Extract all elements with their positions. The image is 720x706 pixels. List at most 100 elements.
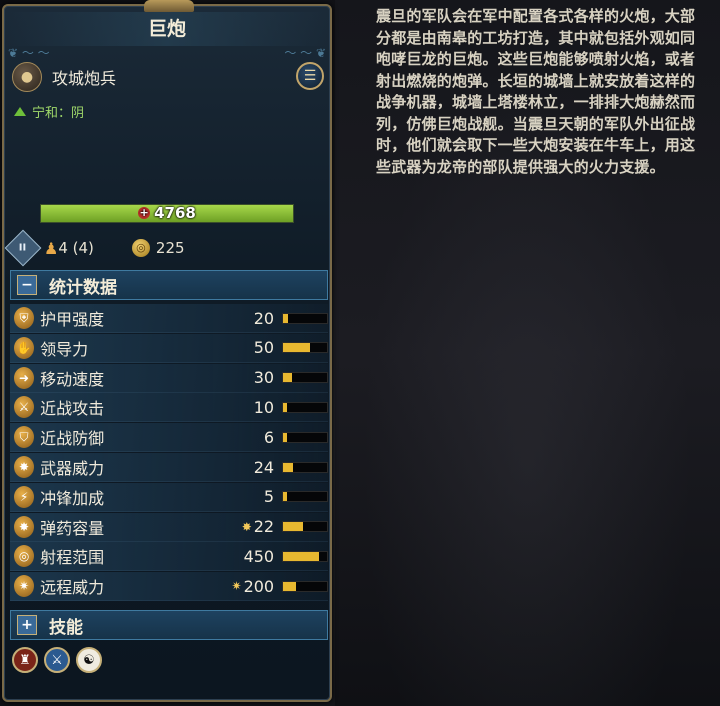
stat-number: 6 bbox=[263, 427, 275, 447]
upkeep-value: 225 bbox=[155, 239, 185, 257]
stat-value: 450 bbox=[141, 546, 275, 566]
stat-number: 10 bbox=[253, 397, 275, 417]
skills-section-label: 技能 bbox=[49, 617, 83, 638]
stat-bar-fill bbox=[283, 581, 297, 591]
stat-row[interactable]: ✷ 远程威力 ✷ 200 bbox=[10, 572, 328, 602]
harmony-indicator: 宁和：阴 bbox=[14, 102, 84, 121]
stat-row[interactable]: ✋ 领导力 50 bbox=[10, 333, 328, 363]
health-number: 4768 bbox=[154, 204, 196, 222]
stat-value: 6 bbox=[141, 428, 274, 447]
unit-summary: II ♟ 4 (4) ◎ 225 bbox=[4, 229, 185, 267]
health-value: + 4768 bbox=[41, 204, 293, 222]
rank-icon: II bbox=[4, 229, 42, 267]
health-bar: + 4768 bbox=[40, 204, 294, 223]
frame-ornament bbox=[144, 0, 194, 12]
stat-value: 5 bbox=[141, 487, 274, 506]
stat-bar-fill bbox=[283, 492, 287, 502]
stat-prefix-icon: ✸ bbox=[241, 519, 252, 534]
stat-prefix-icon: ✷ bbox=[231, 579, 242, 594]
fire-damage-icon[interactable]: ⚔ bbox=[44, 647, 70, 673]
armor-icon: ⛨ bbox=[14, 307, 35, 329]
harmony-text: 宁和：阴 bbox=[32, 106, 85, 121]
stat-number: 50 bbox=[253, 338, 275, 358]
stat-label: 领导力 bbox=[40, 339, 89, 359]
stat-value: ✸ 22 bbox=[141, 517, 274, 536]
stat-bar bbox=[282, 431, 328, 443]
stat-bar bbox=[282, 342, 328, 354]
stat-number: 5 bbox=[263, 487, 275, 507]
weapon-strength-icon: ✸ bbox=[14, 456, 35, 478]
unit-count-icon: ♟ bbox=[44, 238, 59, 258]
stat-row[interactable]: ⛉ 近战防御 6 bbox=[10, 423, 328, 453]
missile-strength-icon: ✷ bbox=[14, 575, 35, 598]
ammunition-icon: ✸ bbox=[14, 515, 35, 538]
stat-row[interactable]: ⛨ 护甲强度 20 bbox=[10, 304, 328, 333]
stat-label: 武器威力 bbox=[40, 459, 105, 478]
stat-value: 20 bbox=[141, 309, 274, 328]
siege-attacker-icon[interactable]: ♜ bbox=[12, 647, 38, 673]
stat-row[interactable]: ⚔ 近战攻击 10 bbox=[10, 393, 328, 423]
up-arrow-icon bbox=[14, 107, 26, 116]
yin-yang-icon[interactable]: ☯ bbox=[76, 647, 102, 673]
stat-bar-fill bbox=[283, 432, 287, 442]
stat-bar bbox=[282, 401, 328, 413]
unit-card: 巨炮 ❦ ～ ～ ～ ～ ❦ ● 攻城炮兵 ☰ 宁和：阴 + 4768 II ♟… bbox=[2, 0, 332, 702]
stat-number: 22 bbox=[253, 517, 275, 537]
upkeep-coin-icon: ◎ bbox=[131, 239, 150, 257]
expand-icon: + bbox=[17, 615, 37, 635]
stat-number: 30 bbox=[253, 368, 275, 388]
stat-value: ✷ 200 bbox=[141, 576, 275, 596]
stat-bar bbox=[282, 550, 328, 562]
skills-section-header[interactable]: + 技能 bbox=[10, 610, 328, 640]
stat-label: 冲锋加成 bbox=[40, 488, 105, 508]
stat-bar-fill bbox=[283, 313, 289, 323]
unit-description: 震旦的军队会在军中配置各式各样的火炮，大部分都是由南皋的工坊打造，其中就包括外观… bbox=[376, 7, 696, 176]
stat-bar-fill bbox=[283, 373, 292, 383]
stat-row[interactable]: ⚡ 冲锋加成 5 bbox=[10, 482, 328, 512]
stat-number: 450 bbox=[243, 546, 275, 566]
collapse-icon: − bbox=[17, 275, 37, 295]
filigree-right: ～ ～ ❦ bbox=[284, 46, 326, 60]
cannon-icon: ● bbox=[12, 62, 42, 92]
stat-row[interactable]: ◎ 射程范围 450 bbox=[10, 542, 328, 572]
health-plus-icon: + bbox=[138, 206, 151, 219]
stat-bar bbox=[282, 372, 328, 384]
stat-bar-fill bbox=[283, 402, 288, 412]
unit-type: ● 攻城炮兵 bbox=[12, 62, 116, 92]
stat-bar-fill bbox=[283, 343, 311, 353]
stat-number: 200 bbox=[243, 576, 275, 596]
stat-number: 24 bbox=[253, 457, 275, 477]
stat-value: 50 bbox=[141, 338, 274, 357]
leadership-icon: ✋ bbox=[14, 336, 35, 359]
menu-button[interactable]: ☰ bbox=[296, 62, 324, 90]
stats-section-label: 统计数据 bbox=[49, 277, 117, 298]
unit-count: 4 (4) bbox=[58, 239, 94, 257]
melee-attack-icon: ⚔ bbox=[14, 396, 35, 419]
stat-bar bbox=[282, 521, 328, 533]
stat-label: 射程范围 bbox=[40, 548, 105, 568]
melee-defence-icon: ⛉ bbox=[14, 426, 35, 449]
list-icon: ☰ bbox=[303, 68, 317, 84]
filigree-left: ❦ ～ ～ bbox=[8, 46, 50, 60]
speed-icon: ➜ bbox=[14, 366, 35, 389]
stat-row[interactable]: ✸ 武器威力 24 bbox=[10, 453, 328, 482]
stat-label: 近战攻击 bbox=[40, 399, 105, 419]
stat-label: 护甲强度 bbox=[40, 310, 105, 329]
stat-bar-fill bbox=[283, 522, 303, 532]
stat-row[interactable]: ➜ 移动速度 30 bbox=[10, 363, 328, 393]
skills-list: ♜ ⚔ ☯ bbox=[12, 647, 102, 673]
stat-label: 弹药容量 bbox=[40, 518, 105, 538]
stat-bar bbox=[282, 461, 328, 473]
stat-bar bbox=[282, 312, 328, 324]
stat-label: 近战防御 bbox=[40, 429, 105, 449]
stat-label: 移动速度 bbox=[40, 369, 105, 389]
stat-bar-fill bbox=[283, 551, 320, 561]
stats-section-header[interactable]: − 统计数据 bbox=[10, 270, 328, 300]
stat-bar bbox=[282, 580, 328, 592]
unit-title: 巨炮 bbox=[4, 12, 330, 46]
stat-label: 远程威力 bbox=[40, 578, 105, 598]
stat-row[interactable]: ✸ 弹药容量 ✸ 22 bbox=[10, 512, 328, 542]
stat-number: 20 bbox=[253, 308, 275, 328]
stat-value: 30 bbox=[141, 368, 274, 387]
stat-value: 24 bbox=[141, 458, 274, 477]
